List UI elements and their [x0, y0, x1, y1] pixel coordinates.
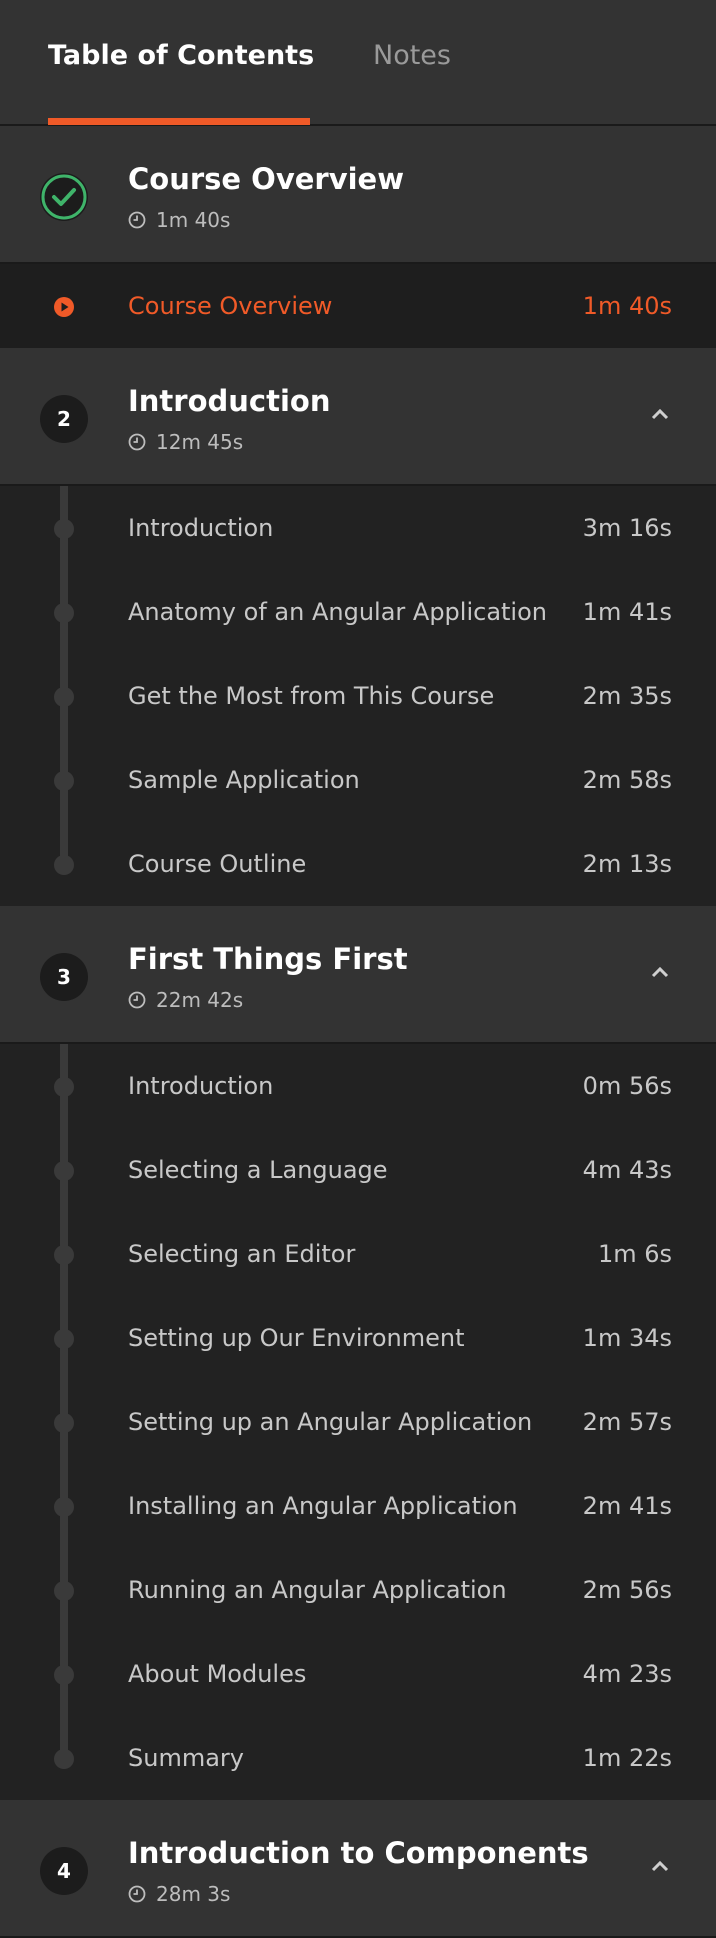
- clip-status-dot: [54, 603, 74, 623]
- clip-duration: 2m 56s: [582, 1576, 672, 1604]
- clock-icon: [128, 433, 146, 451]
- module-duration: 22m 42s: [128, 988, 243, 1012]
- play-icon: [53, 296, 75, 318]
- active-tab-indicator: [48, 118, 310, 125]
- module-header-introduction[interactable]: 2 Introduction 12m 45s: [0, 348, 716, 486]
- clip-status-dot: [54, 1329, 74, 1349]
- clock-icon: [128, 211, 146, 229]
- clip-status-dot: [54, 1497, 74, 1517]
- module-duration-text: 28m 3s: [156, 1882, 231, 1906]
- clip-duration: 2m 58s: [582, 766, 672, 794]
- module-title: First Things First: [128, 942, 408, 976]
- clip-status-dot: [54, 687, 74, 707]
- module-duration-text: 1m 40s: [156, 208, 231, 232]
- module-number-badge: 4: [40, 1847, 88, 1895]
- module-header-first-things-first[interactable]: 3 First Things First 22m 42s: [0, 906, 716, 1044]
- clip-item[interactable]: Anatomy of an Angular Application 1m 41s: [0, 570, 716, 654]
- clip-duration: 1m 6s: [597, 1240, 672, 1268]
- clip-item[interactable]: Introduction 3m 16s: [0, 486, 716, 570]
- clip-status-dot: [54, 1413, 74, 1433]
- tabs-header: Table of Contents Notes: [0, 0, 716, 126]
- clip-item[interactable]: Setting up Our Environment 1m 34s: [0, 1296, 716, 1380]
- clip-item[interactable]: Sample Application 2m 58s: [0, 738, 716, 822]
- clip-duration: 1m 41s: [582, 598, 672, 626]
- module-duration-text: 22m 42s: [156, 988, 244, 1012]
- chevron-up-icon[interactable]: [648, 1858, 672, 1874]
- chevron-up-icon[interactable]: [648, 964, 672, 980]
- clock-icon: [128, 1885, 146, 1903]
- clip-duration: 4m 43s: [582, 1156, 672, 1184]
- clip-duration: 2m 35s: [582, 682, 672, 710]
- clock-icon: [128, 991, 146, 1009]
- tab-table-of-contents[interactable]: Table of Contents: [48, 40, 314, 71]
- module-duration: 28m 3s: [128, 1882, 230, 1906]
- clip-item[interactable]: Course Outline 2m 13s: [0, 822, 716, 906]
- clip-status-dot: [54, 1581, 74, 1601]
- module-clip-list: Introduction 0m 56s Selecting a Language…: [0, 1044, 716, 1800]
- module-duration-text: 12m 45s: [156, 430, 244, 454]
- clip-title: Introduction: [128, 1072, 274, 1100]
- clip-duration: 3m 16s: [582, 514, 672, 542]
- clip-status-dot: [54, 771, 74, 791]
- clip-item[interactable]: Selecting an Editor 1m 6s: [0, 1212, 716, 1296]
- clip-duration: 0m 56s: [582, 1072, 672, 1100]
- clip-item[interactable]: Introduction 0m 56s: [0, 1044, 716, 1128]
- clip-item[interactable]: Setting up an Angular Application 2m 57s: [0, 1380, 716, 1464]
- tab-notes[interactable]: Notes: [373, 40, 451, 71]
- clip-status-dot: [54, 1077, 74, 1097]
- clip-title: Introduction: [128, 514, 274, 542]
- clip-title: Setting up an Angular Application: [128, 1408, 533, 1436]
- clip-status-dot: [54, 1161, 74, 1181]
- clip-title: Running an Angular Application: [128, 1576, 507, 1604]
- module-clip-list: Course Overview 1m 40s: [0, 264, 716, 348]
- module-title: Introduction to Components: [128, 1836, 589, 1870]
- clip-item[interactable]: Installing an Angular Application 2m 41s: [0, 1464, 716, 1548]
- module-number-badge: 2: [40, 395, 88, 443]
- completed-check-icon: [40, 173, 88, 221]
- clip-title: Course Outline: [128, 850, 307, 878]
- clip-item[interactable]: Get the Most from This Course 2m 35s: [0, 654, 716, 738]
- clip-duration: 1m 40s: [582, 292, 672, 320]
- clip-duration: 2m 41s: [582, 1492, 672, 1520]
- module-duration: 12m 45s: [128, 430, 243, 454]
- clip-title: Selecting a Language: [128, 1156, 388, 1184]
- module-duration: 1m 40s: [128, 208, 230, 232]
- clip-title: Sample Application: [128, 766, 360, 794]
- clip-title: Installing an Angular Application: [128, 1492, 518, 1520]
- chevron-up-icon[interactable]: [648, 406, 672, 422]
- clip-status-dot: [54, 1749, 74, 1769]
- module-header-introduction-to-components[interactable]: 4 Introduction to Components 28m 3s: [0, 1800, 716, 1938]
- clip-item-current[interactable]: Course Overview 1m 40s: [0, 264, 716, 348]
- clip-status-dot: [54, 1245, 74, 1265]
- clip-title: Get the Most from This Course: [128, 682, 495, 710]
- clip-duration: 1m 22s: [582, 1744, 672, 1772]
- clip-duration: 4m 23s: [582, 1660, 672, 1688]
- clip-title: Setting up Our Environment: [128, 1324, 465, 1352]
- module-clip-list: Introduction 3m 16s Anatomy of an Angula…: [0, 486, 716, 906]
- clip-status-dot: [54, 1665, 74, 1685]
- module-title: Introduction: [128, 384, 331, 418]
- clip-title: Anatomy of an Angular Application: [128, 598, 547, 626]
- clip-title: Selecting an Editor: [128, 1240, 356, 1268]
- module-header-course-overview[interactable]: Course Overview 1m 40s: [0, 126, 716, 264]
- clip-item[interactable]: Running an Angular Application 2m 56s: [0, 1548, 716, 1632]
- clip-title: Course Overview: [128, 292, 333, 320]
- clip-duration: 2m 57s: [582, 1408, 672, 1436]
- clip-duration: 2m 13s: [582, 850, 672, 878]
- clip-status-dot: [54, 855, 74, 875]
- module-title: Course Overview: [128, 162, 405, 196]
- clip-item[interactable]: About Modules 4m 23s: [0, 1632, 716, 1716]
- clip-duration: 1m 34s: [582, 1324, 672, 1352]
- clip-item[interactable]: Summary 1m 22s: [0, 1716, 716, 1800]
- clip-title: About Modules: [128, 1660, 307, 1688]
- clip-item[interactable]: Selecting a Language 4m 43s: [0, 1128, 716, 1212]
- module-number-badge: 3: [40, 953, 88, 1001]
- clip-status-dot: [54, 519, 74, 539]
- clip-title: Summary: [128, 1744, 244, 1772]
